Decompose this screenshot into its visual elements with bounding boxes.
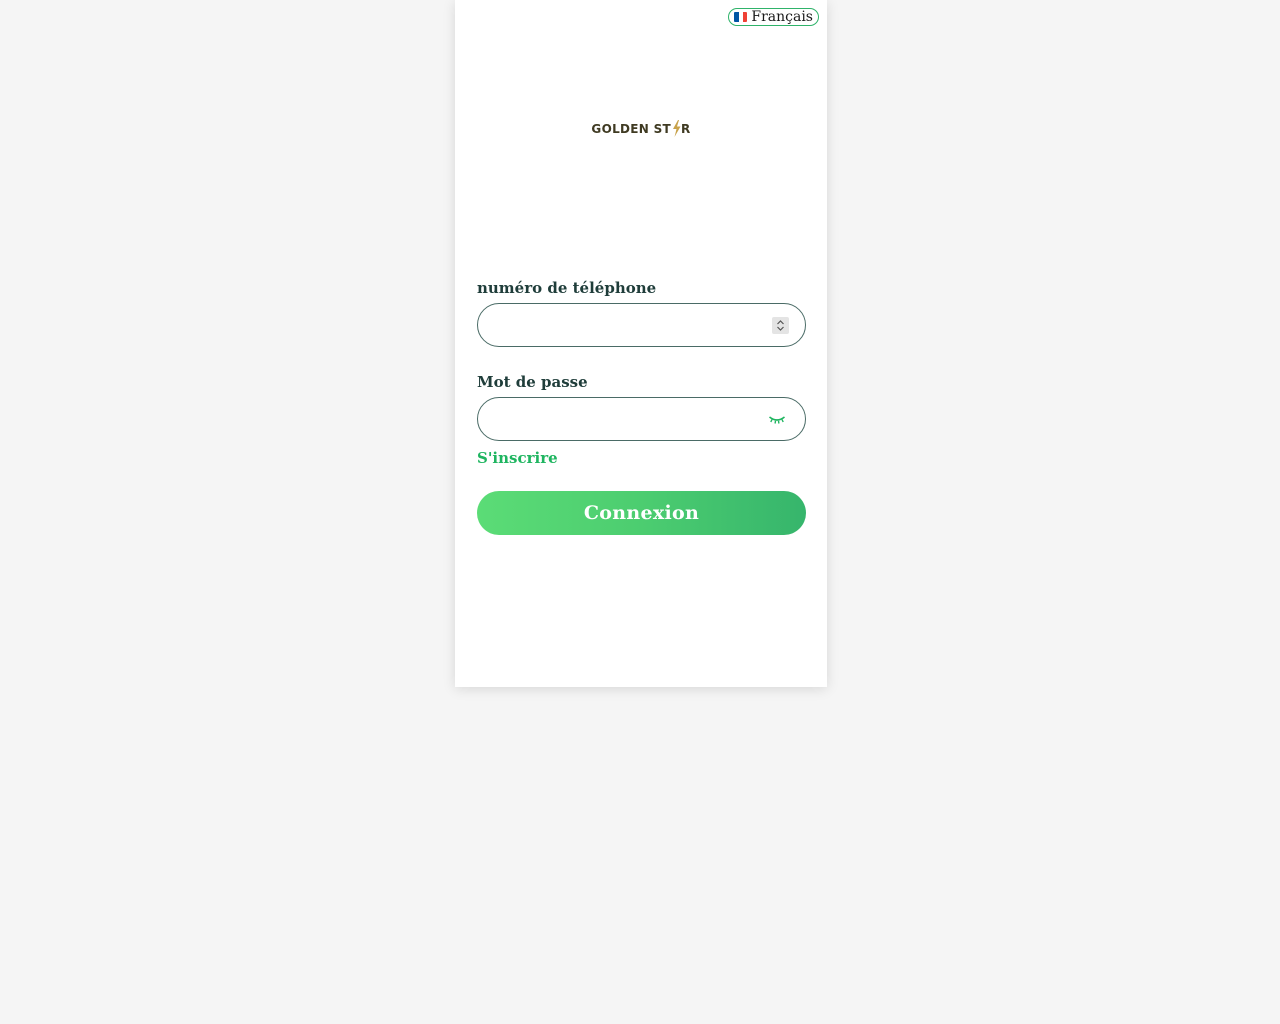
flag-fr-icon [734,12,748,22]
login-button[interactable]: Connexion [477,491,806,535]
language-label: Français [751,9,813,25]
password-label: Mot de passe [477,373,588,391]
number-stepper[interactable] [772,317,789,334]
signup-link[interactable]: S'inscrire [477,449,558,467]
stepper-arrows-icon [777,320,784,331]
password-input[interactable] [494,398,754,440]
eye-closed-icon[interactable] [768,412,786,426]
phone-field-wrapper [477,303,806,347]
login-card: Français GOLDEN ST R numéro de téléphone … [455,0,827,687]
password-field-wrapper [477,397,806,441]
lightning-star-icon [673,120,681,137]
language-selector[interactable]: Français [728,8,819,26]
logo-text-end: R [681,121,691,136]
golden-star-logo: GOLDEN ST R [455,120,827,137]
phone-input[interactable] [494,304,754,346]
phone-label: numéro de téléphone [477,279,657,297]
logo-text-start: GOLDEN ST [591,121,672,136]
